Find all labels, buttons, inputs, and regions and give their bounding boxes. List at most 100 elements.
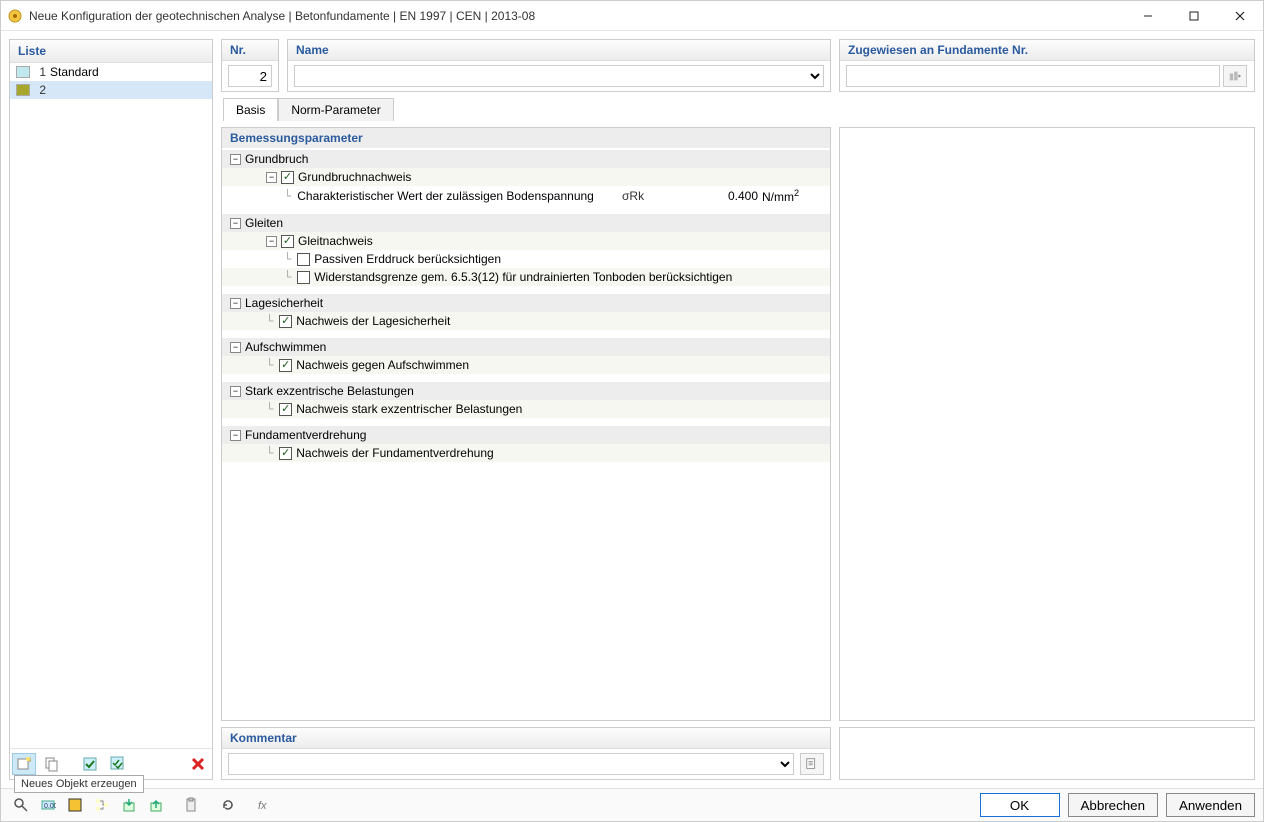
- param-label: Charakteristischer Wert der zulässigen B…: [297, 189, 622, 203]
- apply-button[interactable]: Anwenden: [1166, 793, 1255, 817]
- color-button[interactable]: [63, 794, 87, 816]
- checkbox[interactable]: [279, 315, 292, 328]
- assign-label: Zugewiesen an Fundamente Nr.: [840, 40, 1254, 61]
- param-group-title: Grundbruch: [245, 152, 308, 166]
- param-row: └Nachweis der Fundamentverdrehung: [222, 444, 830, 462]
- param-group-title: Stark exzentrische Belastungen: [245, 384, 414, 398]
- list-item-num: 2: [34, 83, 46, 97]
- tree-connector-icon: └: [284, 270, 291, 284]
- param-symbol: σRk: [622, 189, 702, 203]
- comment-header: Kommentar: [222, 728, 830, 749]
- checkbox[interactable]: [281, 235, 294, 248]
- tree-connector-icon: └: [266, 314, 273, 328]
- collapse-icon[interactable]: −: [230, 154, 241, 165]
- preview-panel: [839, 127, 1255, 721]
- checkbox[interactable]: [297, 271, 310, 284]
- param-label: Nachweis der Lagesicherheit: [296, 314, 450, 328]
- checkbox[interactable]: [279, 359, 292, 372]
- swatch-icon: [16, 84, 30, 96]
- clipboard-button[interactable]: [180, 794, 204, 816]
- list-item-num: 1: [34, 65, 46, 79]
- tree-connector-icon: └: [284, 252, 291, 266]
- copy-object-button[interactable]: [40, 753, 64, 775]
- param-group-title: Fundamentverdrehung: [245, 428, 366, 442]
- check-all-button[interactable]: [106, 753, 130, 775]
- nr-label: Nr.: [222, 40, 278, 61]
- svg-text:fx: fx: [258, 800, 267, 812]
- collapse-icon[interactable]: −: [230, 386, 241, 397]
- app-icon: [7, 8, 23, 24]
- collapse-icon[interactable]: −: [230, 218, 241, 229]
- param-group-header[interactable]: −Aufschwimmen: [222, 338, 830, 356]
- param-label: Passiven Erddruck berücksichtigen: [314, 252, 501, 266]
- param-row: └Widerstandsgrenze gem. 6.5.3(12) für un…: [222, 268, 830, 286]
- import-button[interactable]: [117, 794, 141, 816]
- new-object-button[interactable]: [12, 753, 36, 775]
- collapse-icon[interactable]: −: [230, 298, 241, 309]
- nr-input[interactable]: [228, 65, 272, 87]
- reset-button[interactable]: [216, 794, 240, 816]
- ok-button[interactable]: OK: [980, 793, 1060, 817]
- delete-button[interactable]: [186, 753, 210, 775]
- collapse-icon[interactable]: −: [230, 342, 241, 353]
- assign-input[interactable]: [846, 65, 1220, 87]
- checkbox[interactable]: [297, 253, 310, 266]
- checkbox[interactable]: [279, 447, 292, 460]
- param-group-header[interactable]: −Lagesicherheit: [222, 294, 830, 312]
- param-group-header[interactable]: −Grundbruch: [222, 150, 830, 168]
- search-button[interactable]: [9, 794, 33, 816]
- list-header: Liste: [10, 40, 212, 63]
- svg-text:0.00: 0.00: [44, 803, 56, 810]
- pick-foundations-button[interactable]: [1223, 65, 1247, 87]
- param-row: └Nachweis stark exzentrischer Belastunge…: [222, 400, 830, 418]
- param-row: └ Nachweis gegen Aufschwimmen: [222, 356, 830, 374]
- tooltip: Neues Objekt erzeugen: [14, 775, 144, 793]
- minimize-button[interactable]: [1125, 1, 1171, 31]
- maximize-button[interactable]: [1171, 1, 1217, 31]
- param-label: Gleitnachweis: [298, 234, 373, 248]
- param-group-header[interactable]: −Gleiten: [222, 214, 830, 232]
- param-row: └ Nachweis der Lagesicherheit: [222, 312, 830, 330]
- param-value[interactable]: 0.400: [702, 189, 762, 203]
- tree-view-button[interactable]: [90, 794, 114, 816]
- comment-select[interactable]: [228, 753, 794, 775]
- tree-connector-icon: └: [284, 189, 291, 203]
- param-row: − Gleitnachweis: [222, 232, 830, 250]
- param-label: Nachweis der Fundamentverdrehung: [296, 446, 493, 460]
- param-label: Nachweis gegen Aufschwimmen: [296, 358, 469, 372]
- name-label: Name: [288, 40, 830, 61]
- name-select[interactable]: [294, 65, 824, 87]
- config-list: 1 Standard 2: [10, 63, 212, 748]
- collapse-icon[interactable]: −: [266, 172, 277, 183]
- collapse-icon[interactable]: −: [266, 236, 277, 247]
- function-button[interactable]: fx: [252, 794, 276, 816]
- param-group-header[interactable]: −Stark exzentrische Belastungen: [222, 382, 830, 400]
- tree-connector-icon: └: [266, 358, 273, 372]
- param-label: Grundbruchnachweis: [298, 170, 411, 184]
- close-button[interactable]: [1217, 1, 1263, 31]
- tab-norm-parameter[interactable]: Norm-Parameter: [278, 98, 393, 121]
- tabs: Basis Norm-Parameter: [221, 98, 1255, 121]
- checkbox[interactable]: [281, 171, 294, 184]
- param-group-header[interactable]: −Fundamentverdrehung: [222, 426, 830, 444]
- export-button[interactable]: [144, 794, 168, 816]
- units-button[interactable]: 0.00: [36, 794, 60, 816]
- cancel-button[interactable]: Abbrechen: [1068, 793, 1158, 817]
- list-item[interactable]: 2: [10, 81, 212, 99]
- tab-basis[interactable]: Basis: [223, 98, 278, 121]
- parameter-tree: −Grundbruch−Grundbruchnachweis└Charakter…: [222, 148, 830, 720]
- list-item[interactable]: 1 Standard: [10, 63, 212, 81]
- checkbox[interactable]: [279, 403, 292, 416]
- param-group-title: Lagesicherheit: [245, 296, 323, 310]
- check-single-button[interactable]: [78, 753, 102, 775]
- window-title: Neue Konfiguration der geotechnischen An…: [29, 9, 1125, 23]
- param-label: Nachweis stark exzentrischer Belastungen: [296, 402, 522, 416]
- param-row: └ Charakteristischer Wert der zulässigen …: [222, 186, 830, 206]
- param-group-title: Gleiten: [245, 216, 283, 230]
- comment-right-empty: [839, 727, 1255, 780]
- comment-edit-button[interactable]: [800, 753, 824, 775]
- swatch-icon: [16, 66, 30, 78]
- collapse-icon[interactable]: −: [230, 430, 241, 441]
- list-item-label: Standard: [50, 65, 99, 79]
- param-row: └ Passiven Erddruck berücksichtigen: [222, 250, 830, 268]
